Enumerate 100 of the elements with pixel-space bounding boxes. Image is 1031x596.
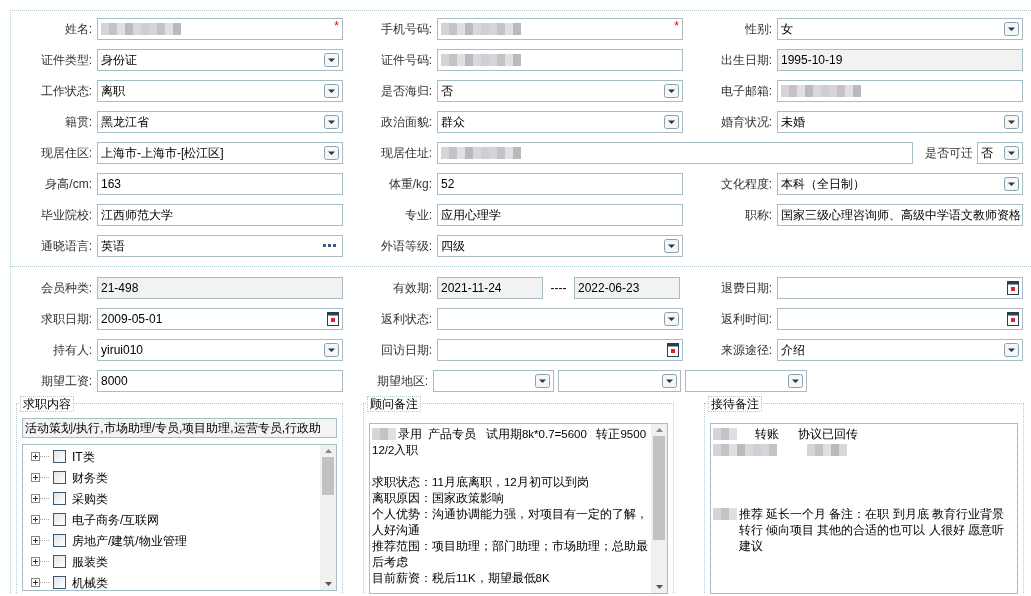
dropdown-field[interactable]: 本科（全日制）: [777, 173, 1023, 195]
text-field[interactable]: 国家三级心理咨询师、高级中学语文教师资格: [777, 204, 1023, 226]
field-label: 证件类型:: [40, 52, 92, 69]
date-field[interactable]: [437, 339, 683, 361]
dropdown-field[interactable]: [685, 370, 807, 392]
text-field[interactable]: *: [97, 18, 343, 40]
dropdown-field[interactable]: 黑龙江省: [97, 111, 343, 133]
tree-item[interactable]: 机械类: [72, 573, 108, 590]
text-field[interactable]: 江西师范大学: [97, 204, 343, 226]
dropdown-field[interactable]: [433, 370, 554, 392]
tree-item[interactable]: 采购类: [72, 489, 108, 508]
expand-icon[interactable]: [31, 578, 49, 587]
dropdown-icon[interactable]: [1004, 343, 1019, 357]
dropdown-field[interactable]: 离职: [97, 80, 343, 102]
calendar-icon[interactable]: [327, 312, 339, 326]
field-label: 求职日期:: [40, 311, 92, 328]
scrollbar[interactable]: [320, 445, 336, 590]
date-field[interactable]: [777, 277, 1023, 299]
panel-legend: 接待备注: [708, 396, 762, 412]
text-field[interactable]: 应用心理学: [437, 204, 683, 226]
expand-icon[interactable]: [31, 557, 49, 566]
dropdown-icon[interactable]: [1004, 146, 1019, 160]
field-label: 期望工资:: [40, 373, 92, 390]
expand-icon[interactable]: [31, 452, 49, 461]
date-field[interactable]: [777, 308, 1023, 330]
dropdown-field[interactable]: 否: [977, 142, 1023, 164]
field-label: 现居住址:: [380, 145, 432, 162]
dropdown-field[interactable]: 群众: [437, 111, 683, 133]
tree-item[interactable]: 财务类: [72, 468, 108, 487]
tree-item[interactable]: 房地产/建筑/物业管理: [72, 531, 187, 550]
calendar-icon[interactable]: [667, 343, 679, 357]
lookup-field[interactable]: 英语: [97, 235, 343, 257]
checkbox[interactable]: [53, 534, 66, 547]
dropdown-icon[interactable]: [324, 343, 339, 357]
dropdown-icon[interactable]: [1004, 177, 1019, 191]
panel-legend: 求职内容: [20, 396, 74, 412]
expand-icon[interactable]: [31, 473, 49, 482]
dropdown-icon[interactable]: [324, 53, 339, 67]
calendar-icon[interactable]: [1007, 312, 1019, 326]
dropdown-field[interactable]: [437, 308, 683, 330]
dropdown-icon[interactable]: [788, 374, 803, 388]
notes-textarea[interactable]: 录用 产品专员 试用期8k*0.7=5600 转正9500 12/2入职 求职状态：11月底离职，12月初可以到岗 离职原因：国家政策影响 个人优势：沟通协调能力强，对项目有一定的了解，人好沟通 推荐范围：项目助理；部门助理；市场助理；总助最后考虑 目前薪资：税后11K，期望最低8K: [369, 423, 668, 594]
dropdown-field[interactable]: [558, 370, 681, 392]
field-label: 有效期:: [392, 280, 432, 297]
dropdown-icon[interactable]: [1004, 115, 1019, 129]
note-text: 12/2入职: [372, 443, 419, 458]
field-label: 通晓语言:: [40, 238, 92, 255]
note-text: 个人优势：沟通协调能力强，对项目有一定的了解，人好沟通: [372, 507, 649, 538]
tree-item[interactable]: 服装类: [72, 552, 108, 571]
text-field[interactable]: 52: [437, 173, 683, 195]
checkbox[interactable]: [53, 513, 66, 526]
text-field[interactable]: [777, 80, 1023, 102]
dropdown-field[interactable]: 上海市-上海市-[松江区]: [97, 142, 343, 164]
dropdown-field[interactable]: 女: [777, 18, 1023, 40]
date-field[interactable]: 2009-05-01: [97, 308, 343, 330]
dropdown-field[interactable]: 身份证: [97, 49, 343, 71]
checkbox[interactable]: [53, 576, 66, 589]
readonly-field: 2021-11-24: [437, 277, 543, 299]
calendar-icon[interactable]: [1007, 281, 1019, 295]
dropdown-icon[interactable]: [664, 84, 679, 98]
scroll-thumb[interactable]: [653, 436, 665, 540]
dropdown-icon[interactable]: [664, 239, 679, 253]
text-field[interactable]: [437, 49, 683, 71]
field-label: 持有人:: [52, 342, 92, 359]
tree-item[interactable]: 电子商务/互联网: [72, 510, 160, 529]
dropdown-icon[interactable]: [535, 374, 550, 388]
notes-textarea[interactable]: 转账 协议已回传 推荐 延长一个月 备注：在职 到月底 教育行业背景转行 倾向项目 其他的合适的也可以 人很好 愿意听建议: [710, 423, 1018, 594]
checkbox[interactable]: [53, 555, 66, 568]
dropdown-field[interactable]: 四级: [437, 235, 683, 257]
expand-icon[interactable]: [31, 494, 49, 503]
dropdown-icon[interactable]: [324, 84, 339, 98]
dropdown-field[interactable]: 否: [437, 80, 683, 102]
field-label: 文化程度:: [720, 176, 772, 193]
field-label: 是否可迁: [925, 145, 973, 162]
expand-icon[interactable]: [31, 515, 49, 524]
text-field[interactable]: [437, 142, 913, 164]
scroll-thumb[interactable]: [322, 457, 334, 495]
dropdown-field[interactable]: yirui010: [97, 339, 343, 361]
checkbox[interactable]: [53, 492, 66, 505]
blurred-text: [807, 444, 847, 456]
field-label: 现居住区:: [40, 145, 92, 162]
checkbox[interactable]: [53, 450, 66, 463]
more-icon[interactable]: [323, 244, 337, 248]
dropdown-icon[interactable]: [1004, 22, 1019, 36]
text-field[interactable]: 8000: [97, 370, 343, 392]
dropdown-field[interactable]: 介绍: [777, 339, 1023, 361]
dropdown-field[interactable]: 未婚: [777, 111, 1023, 133]
tree-item[interactable]: IT类: [72, 447, 95, 466]
expand-icon[interactable]: [31, 536, 49, 545]
dropdown-icon[interactable]: [664, 312, 679, 326]
scrollbar[interactable]: [651, 424, 667, 593]
checkbox[interactable]: [53, 471, 66, 484]
note-text: 转账 协议已回传: [754, 427, 859, 442]
dropdown-icon[interactable]: [324, 146, 339, 160]
dropdown-icon[interactable]: [664, 115, 679, 129]
text-field[interactable]: 163: [97, 173, 343, 195]
selected-jobs-field[interactable]: 活动策划/执行,市场助理/专员,项目助理,运营专员,行政助: [22, 418, 337, 438]
dropdown-icon[interactable]: [324, 115, 339, 129]
text-field[interactable]: *: [437, 18, 683, 40]
dropdown-icon[interactable]: [662, 374, 677, 388]
